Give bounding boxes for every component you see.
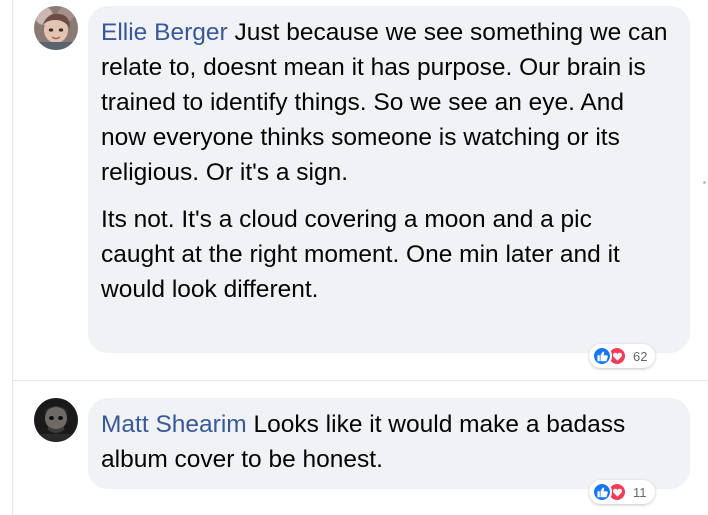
scroll-marker <box>703 181 706 184</box>
avatar[interactable] <box>34 398 78 442</box>
comment-bubble: Ellie Berger Just because we see somethi… <box>88 6 690 353</box>
comment-bubble: Matt Shearim Looks like it would make a … <box>88 398 690 489</box>
comment-text: Ellie Berger Just because we see somethi… <box>101 15 672 190</box>
comment-author-link[interactable]: Matt Shearim <box>101 411 247 438</box>
reaction-summary[interactable]: 62 <box>589 344 656 368</box>
thread-border <box>12 0 13 515</box>
comment-paragraph: Its not. It's a cloud covering a moon an… <box>101 206 620 303</box>
like-icon <box>592 346 612 366</box>
reaction-count: 11 <box>633 484 647 500</box>
comment-author-link[interactable]: Ellie Berger <box>101 19 228 46</box>
comment-divider <box>12 380 708 381</box>
reaction-count: 62 <box>633 348 648 364</box>
reaction-summary[interactable]: 11 <box>589 480 655 504</box>
comment-thread: Ellie Berger Just because we see somethi… <box>0 0 708 515</box>
comment-text: Matt Shearim Looks like it would make a … <box>101 407 672 477</box>
like-icon <box>592 482 612 502</box>
avatar[interactable] <box>34 6 78 50</box>
